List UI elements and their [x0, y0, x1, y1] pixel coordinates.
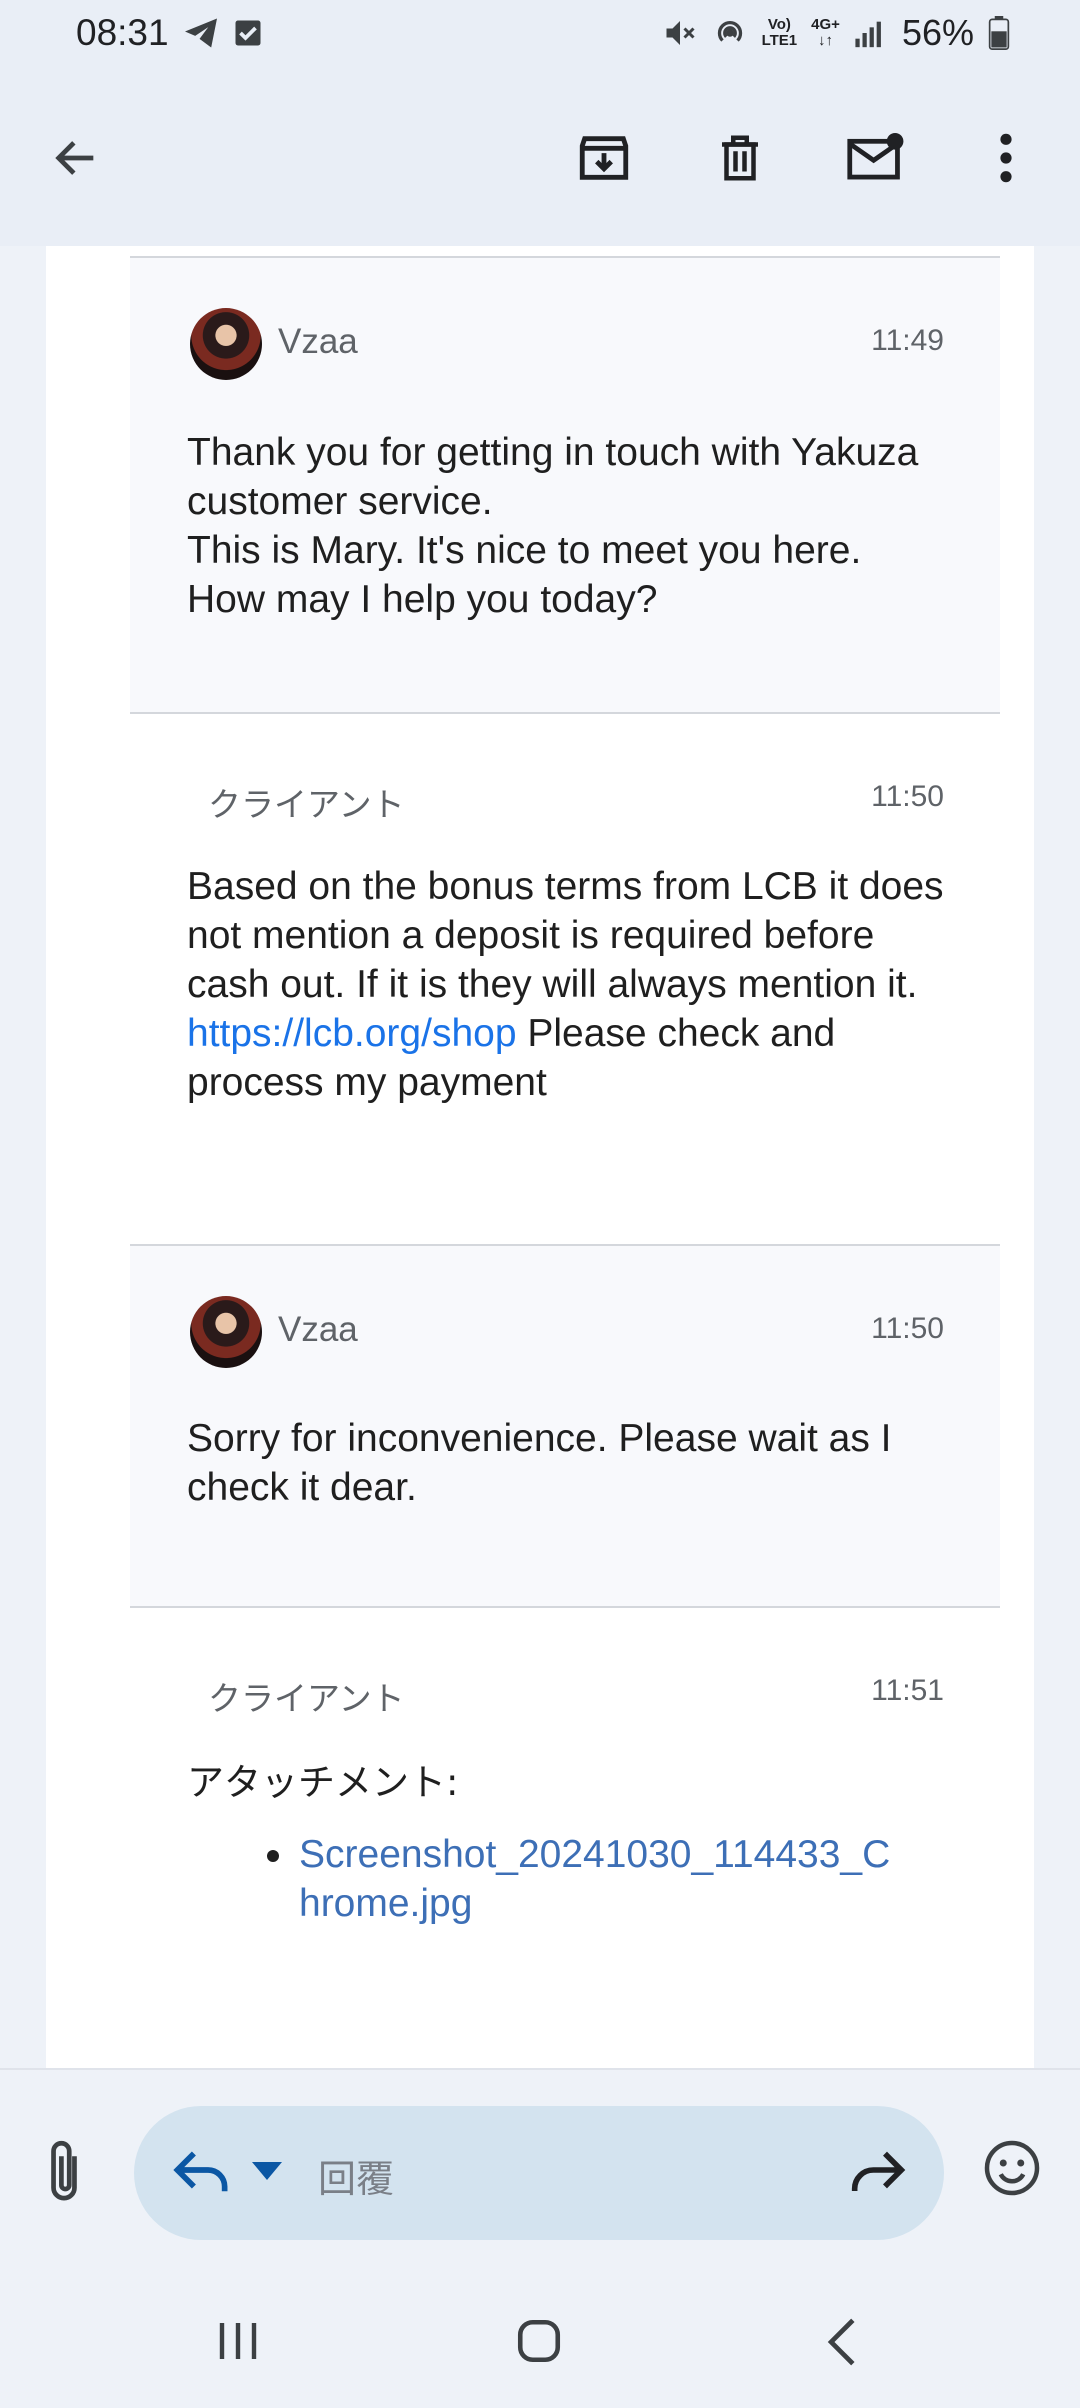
telegram-icon [184, 18, 217, 48]
attachments-label: アタッチメント: [187, 1761, 459, 1804]
emoji-icon [984, 2140, 1040, 2196]
status-time: 08:31 [76, 12, 169, 53]
back-icon [827, 2318, 855, 2366]
forward-icon [851, 2151, 906, 2191]
message-time: 11:50 [871, 780, 944, 813]
message-time: 11:50 [871, 1312, 944, 1345]
message-header: クライアント 11:51 [130, 1608, 1000, 1718]
message-link[interactable]: https://lcb.org/shop [187, 1012, 517, 1055]
message-header: クライアント 11:50 [130, 714, 1000, 824]
reply-placeholder[interactable]: 回覆 [318, 2148, 394, 2203]
forward-button[interactable] [850, 2146, 906, 2199]
status-right: Vo) LTE1 4G+ ↓↑ 56% [662, 12, 1010, 54]
back-button[interactable] [36, 118, 116, 198]
message-card[interactable]: クライアント 11:50 Based on the bonus terms fr… [130, 712, 1000, 1244]
volte-bottom: LTE1 [761, 32, 798, 49]
attachment-link[interactable]: Screenshot_20241030_114433_Chrome.jpg [267, 1830, 907, 1928]
delete-button[interactable] [700, 118, 780, 198]
message-body: Based on the bonus terms from LCB it doe… [187, 862, 947, 1107]
battery-icon [988, 16, 1010, 50]
message-header: Vzaa 11:49 [130, 258, 1000, 380]
mark-unread-icon [847, 132, 904, 180]
message-card[interactable]: Vzaa 11:50 Sorry for inconvenience. Plea… [130, 1244, 1000, 1606]
check-square-icon [235, 20, 261, 46]
archive-button[interactable] [564, 118, 644, 198]
reply-mode-dropdown[interactable] [252, 2162, 282, 2185]
hotspot-icon [717, 21, 742, 42]
message-text: Based on the bonus terms from LCB it doe… [187, 865, 944, 1006]
volte-indicator: Vo) LTE1 [762, 17, 798, 49]
attach-button[interactable] [36, 2138, 92, 2211]
message-line: Thank you for getting in touch with Yaku… [187, 431, 919, 523]
sender-name: クライアント [208, 785, 405, 824]
recents-button[interactable] [214, 2318, 262, 2369]
top-app-bar [0, 66, 1080, 246]
data-arrows-icon: ↓↑ [818, 32, 834, 49]
message-card[interactable]: Vzaa 11:49 Thank you for getting in touc… [130, 256, 1000, 712]
more-options-button[interactable] [966, 118, 1046, 198]
dropdown-icon [252, 2162, 282, 2180]
reply-field[interactable]: 回覆 [134, 2106, 944, 2240]
signal-icon [855, 21, 881, 48]
network-type-label: 4G+ [811, 16, 840, 33]
home-icon [517, 2319, 561, 2363]
message-body: Thank you for getting in touch with Yaku… [187, 428, 947, 624]
network-type: 4G+ ↓↑ [811, 17, 840, 49]
attach-icon [51, 2140, 77, 2201]
message-time: 11:49 [871, 324, 944, 357]
volte-top: Vo) [767, 16, 791, 33]
avatar [190, 1296, 262, 1368]
status-left: 08:31 [76, 12, 263, 54]
system-nav-bar [0, 2274, 1080, 2408]
sender-name: クライアント [208, 1679, 405, 1718]
emoji-button[interactable] [982, 2138, 1042, 2203]
compose-bar: 回覆 [0, 2068, 1080, 2274]
battery-percent: 56% [901, 12, 974, 53]
mark-unread-button[interactable] [836, 118, 916, 198]
message-header: Vzaa 11:50 [130, 1246, 1000, 1368]
message-body: Sorry for inconvenience. Please wait as … [187, 1414, 947, 1512]
message-card[interactable]: クライアント 11:51 アタッチメント: Screenshot_2024103… [130, 1606, 1000, 2068]
reply-mode-button[interactable] [172, 2144, 230, 2201]
conversation-thread: Vzaa 11:49 Thank you for getting in touc… [46, 246, 1034, 2068]
home-button[interactable] [514, 2316, 564, 2371]
archive-icon [579, 136, 629, 180]
attachments-section: アタッチメント: Screenshot_20241030_114433_Chro… [187, 1758, 947, 1925]
arrow-left-icon [55, 141, 94, 175]
more-vert-icon [1000, 133, 1012, 183]
message-time: 11:51 [871, 1674, 944, 1707]
sender-name: Vzaa [278, 322, 358, 361]
status-bar: 08:31 Vo) LTE1 4G+ ↓↑ 56% [0, 0, 1080, 66]
recents-icon [219, 2323, 257, 2359]
message-line: This is Mary. It's nice to meet you here… [187, 529, 862, 621]
sender-name: Vzaa [278, 1310, 358, 1349]
reply-icon [173, 2151, 228, 2192]
message-line: Sorry for inconvenience. Please wait as … [187, 1417, 892, 1509]
nav-back-button[interactable] [822, 2316, 862, 2373]
avatar [190, 308, 262, 380]
delete-icon [722, 135, 758, 181]
mute-icon [666, 21, 695, 45]
